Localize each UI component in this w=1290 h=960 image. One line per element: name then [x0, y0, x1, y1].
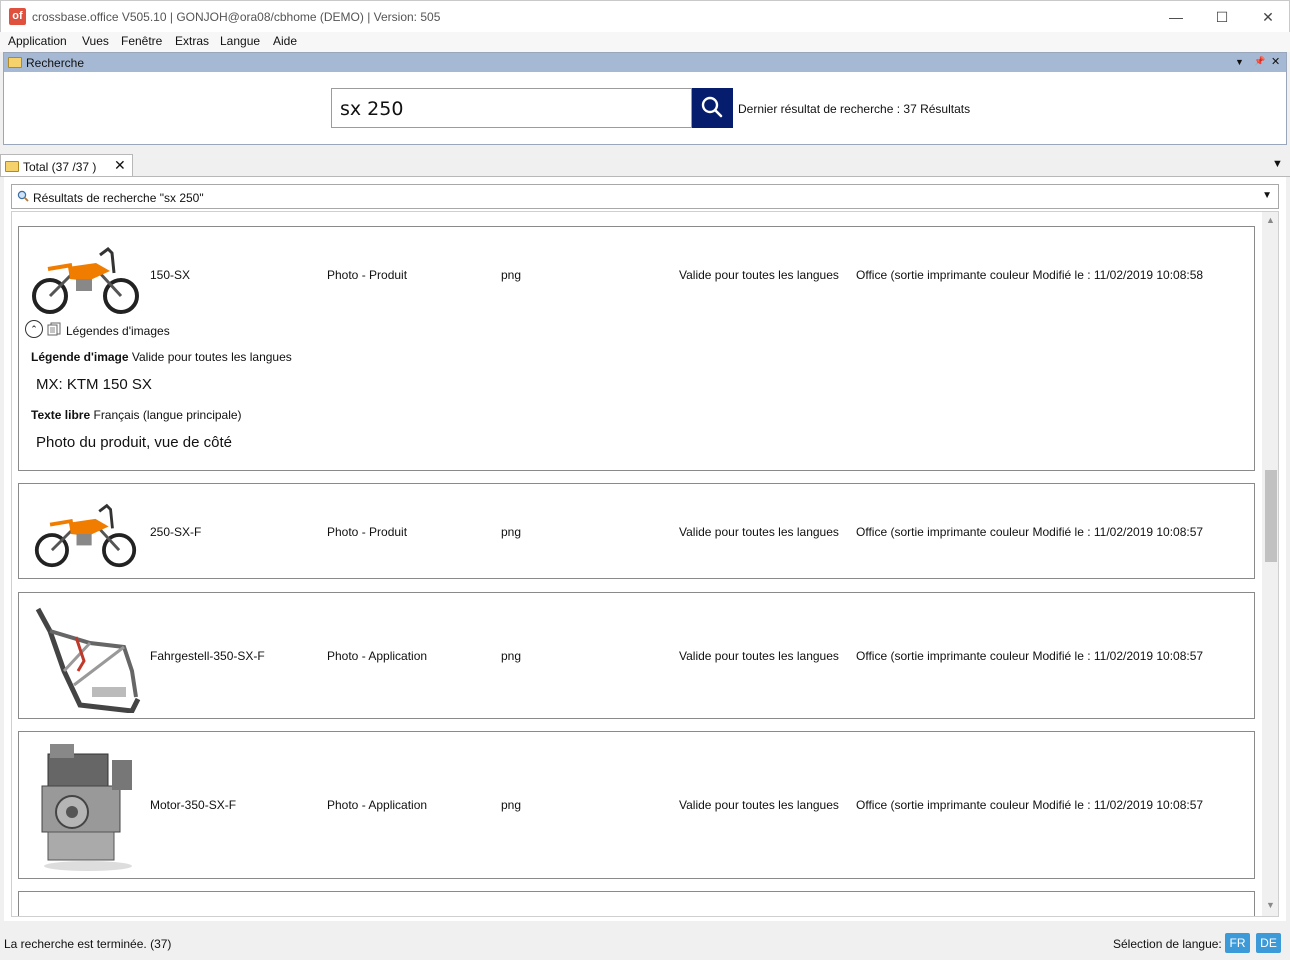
maximize-button[interactable]: ☐ — [1199, 1, 1245, 33]
close-window-button[interactable]: ✕ — [1245, 1, 1290, 33]
result-name: 250-SX-F — [150, 525, 202, 539]
result-type: Photo - Produit — [327, 268, 408, 282]
menu-application[interactable]: Application — [8, 34, 67, 48]
caption-language: Valide pour toutes les langues — [131, 350, 292, 364]
result-name: 150-SX — [150, 268, 191, 282]
scroll-up-icon[interactable]: ▲ — [1266, 215, 1275, 225]
search-icon — [701, 96, 723, 118]
scroll-thumb[interactable] — [1265, 470, 1277, 562]
window-title: crossbase.office V505.10 | GONJOH@ora08/… — [32, 10, 441, 24]
result-name: Motor-350-SX-F — [150, 798, 237, 812]
search-input[interactable]: sx 250 — [331, 88, 692, 128]
result-format: png — [501, 649, 522, 663]
results-area: Résultats de recherche "sx 250" ▼ 150-SX… — [4, 177, 1286, 921]
collapse-legend-button[interactable]: ⌃ — [25, 320, 43, 338]
result-language: Valide pour toutes les langues — [679, 525, 839, 539]
result-type: Photo - Application — [327, 649, 428, 663]
menu-extras[interactable]: Extras — [175, 34, 209, 48]
free-text-row: Texte libre Français (langue principale) — [31, 408, 242, 422]
tabs-menu-icon[interactable]: ▼ — [1272, 158, 1283, 170]
magnifier-icon — [17, 190, 29, 202]
results-header-label: Résultats de recherche "sx 250" — [33, 191, 204, 205]
frame-chassis-icon — [35, 607, 141, 713]
language-selection-label: Sélection de langue: — [1113, 937, 1222, 951]
result-card[interactable]: 150-SX Photo - Produit png Valide pour t… — [18, 226, 1255, 471]
folder-icon — [8, 57, 22, 68]
menu-vues[interactable]: Vues — [82, 34, 109, 48]
folder-icon — [5, 161, 19, 172]
scroll-down-icon[interactable]: ▼ — [1266, 900, 1275, 910]
motocross-bike-icon — [34, 503, 137, 568]
result-office: Office (sortie imprimante couleur Modifi… — [856, 798, 1204, 812]
panel-dropdown-icon[interactable]: ▼ — [1235, 57, 1244, 67]
language-fr-button[interactable]: FR — [1225, 933, 1250, 953]
caption-label: Légende d'image — [31, 350, 129, 364]
search-button[interactable] — [692, 88, 733, 128]
status-text: La recherche est terminée. (37) — [4, 937, 172, 951]
last-search-result: Dernier résultat de recherche : 37 Résul… — [738, 102, 971, 116]
search-panel-header: Recherche ▼ 📌 ✕ — [4, 53, 1286, 72]
panel-close-icon[interactable]: ✕ — [1271, 55, 1280, 68]
tab-total[interactable]: Total (37 /37 ) ✕ — [0, 154, 133, 177]
status-bar: La recherche est terminée. (37) Sélectio… — [0, 928, 1290, 960]
engine-icon — [41, 744, 132, 871]
result-language: Valide pour toutes les langues — [679, 798, 839, 812]
result-office: Office (sortie imprimante couleur Modifi… — [856, 268, 1204, 282]
menu-langue[interactable]: Langue — [220, 34, 260, 48]
result-card[interactable]: Fahrgestell-350-SX-F Photo - Application… — [18, 592, 1255, 719]
results-scrollbar[interactable]: ▲ ▼ — [1262, 212, 1278, 916]
tab-total-label: Total (37 /37 ) — [23, 160, 97, 174]
app-logo-icon: of — [9, 8, 26, 25]
caption-value: MX: KTM 150 SX — [36, 376, 152, 393]
result-type: Photo - Application — [327, 798, 428, 812]
result-format: png — [501, 798, 522, 812]
menu-bar: Application Vues Fenêtre Extras Langue A… — [0, 32, 1290, 52]
result-office: Office (sortie imprimante couleur Modifi… — [856, 525, 1204, 539]
legend-section-title: Légendes d'images — [66, 324, 170, 338]
result-office: Office (sortie imprimante couleur Modifi… — [856, 649, 1204, 663]
result-card[interactable]: Motor-350-SX-F Photo - Application png V… — [18, 731, 1255, 879]
minimize-button[interactable]: — — [1153, 1, 1199, 33]
result-type: Photo - Produit — [327, 525, 408, 539]
search-panel-title: Recherche — [26, 56, 85, 70]
document-stack-icon — [47, 322, 61, 336]
result-card[interactable] — [18, 891, 1255, 916]
language-de-button[interactable]: DE — [1256, 933, 1281, 953]
menu-aide[interactable]: Aide — [273, 34, 297, 48]
result-format: png — [501, 268, 522, 282]
results-list: 150-SX Photo - Produit png Valide pour t… — [11, 211, 1279, 917]
free-text-language: Français (langue principale) — [93, 408, 242, 422]
free-text-value: Photo du produit, vue de côté — [36, 434, 232, 451]
title-bar: of crossbase.office V505.10 | GONJOH@ora… — [0, 0, 1290, 32]
motocross-bike-icon — [32, 247, 139, 314]
chevron-down-icon: ▼ — [1262, 190, 1272, 201]
tab-close-icon[interactable]: ✕ — [114, 157, 126, 174]
pin-icon[interactable]: 📌 — [1254, 56, 1265, 67]
search-panel: Recherche ▼ 📌 ✕ sx 250 Dernier résultat … — [3, 52, 1287, 145]
results-header-dropdown[interactable]: Résultats de recherche "sx 250" ▼ — [11, 184, 1279, 209]
free-text-label: Texte libre — [31, 408, 91, 422]
result-card[interactable]: 250-SX-F Photo - Produit png Valide pour… — [18, 483, 1255, 579]
result-name: Fahrgestell-350-SX-F — [150, 649, 265, 663]
caption-row: Légende d'image Valide pour toutes les l… — [31, 350, 292, 364]
result-format: png — [501, 525, 522, 539]
result-language: Valide pour toutes les langues — [679, 649, 839, 663]
result-language: Valide pour toutes les langues — [679, 268, 839, 282]
menu-fenetre[interactable]: Fenêtre — [121, 34, 162, 48]
